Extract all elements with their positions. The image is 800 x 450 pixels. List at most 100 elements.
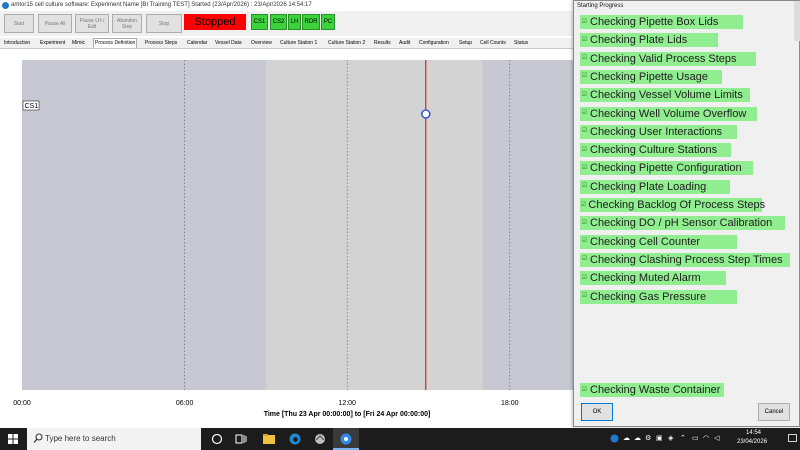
shield-icon[interactable]: ◈	[668, 435, 673, 443]
task-view-icon[interactable]	[234, 432, 248, 446]
battery-icon[interactable]: ▭	[692, 435, 699, 443]
onedrive-icon[interactable]: ☁	[634, 435, 641, 443]
x-axis-ticks: 00:00 06:00 12:00 18:00	[13, 400, 518, 407]
check-icon: ☑	[581, 146, 588, 153]
x-tick-label: 06:00	[176, 400, 194, 407]
cortana-icon[interactable]	[210, 432, 224, 446]
check-label: Checking Plate Loading	[590, 180, 707, 193]
file-explorer-icon[interactable]	[262, 432, 276, 446]
check-item: ☑ Checking Plate Lids	[580, 33, 718, 48]
volume-icon[interactable]: ◁	[714, 435, 719, 443]
check-item: ☑ Checking Well Volume Overflow	[580, 106, 757, 121]
pause-all-button[interactable]: Pause All	[38, 14, 72, 33]
cloud-icon[interactable]: ☁	[623, 435, 630, 443]
check-item: ☑ Checking Pipette Usage	[580, 69, 722, 84]
check-label: Checking Well Volume Overflow	[590, 107, 747, 120]
check-label: Checking Gas Pressure	[590, 290, 707, 303]
tab-process-definition[interactable]: Process Definition	[93, 38, 138, 48]
window-title: amtor15 cell culture software: Experimen…	[11, 2, 312, 8]
x-tick-label: 00:00	[13, 400, 31, 407]
check-icon: ☑	[581, 55, 588, 62]
clock-date[interactable]: 23/04/2026	[737, 439, 767, 445]
system-tray: ☁ ☁ ⚙ ▣ ◈ ⌃ ▭ ◠ ◁ 14:54 23/04/2026	[605, 428, 800, 450]
check-label: Checking Plate Lids	[590, 34, 688, 47]
tab-introduction[interactable]: Introduction	[3, 39, 31, 48]
dialog-title: Starting Progress	[577, 3, 624, 9]
row-label-text: CS1	[25, 103, 39, 110]
start-button[interactable]: Start	[4, 14, 34, 33]
tab-audit[interactable]: Audit	[398, 39, 411, 48]
check-icon: ☑	[581, 201, 587, 208]
chevron-up-icon[interactable]: ⌃	[680, 435, 686, 443]
abandon-step-button[interactable]: Abandon Step	[112, 14, 142, 33]
windows-start-icon[interactable]	[8, 434, 18, 444]
taskbar-search-box[interactable]: Type here to search	[27, 428, 201, 450]
security-icon[interactable]	[610, 434, 619, 443]
check-icon: ☑	[581, 36, 588, 43]
cell-culture-app-icon[interactable]	[339, 432, 353, 446]
cs2-indicator[interactable]: CS2	[270, 14, 287, 30]
network-app-icon[interactable]	[313, 432, 327, 446]
check-icon: ☑	[581, 256, 588, 263]
check-item: ☑ Checking User Interactions	[580, 124, 737, 139]
check-label: Checking Culture Stations	[590, 144, 718, 157]
ok-button[interactable]: OK	[581, 403, 613, 421]
edge-browser-icon[interactable]	[288, 432, 302, 446]
tab-culture-station-1[interactable]: Culture Station 1	[279, 39, 318, 48]
cs1-step-marker[interactable]	[421, 109, 431, 119]
check-icon: ☑	[581, 386, 588, 393]
tab-overview[interactable]: Overview	[250, 39, 273, 48]
rdr-indicator[interactable]: RDR	[302, 14, 320, 30]
check-label: Checking Pipette Configuration	[590, 162, 742, 175]
settings-icon[interactable]: ⚙	[645, 435, 651, 443]
wifi-icon[interactable]: ◠	[703, 435, 709, 443]
cs1-indicator[interactable]: CS1	[251, 14, 268, 30]
check-label: Checking Pipette Box Lids	[590, 16, 719, 28]
check-label: Checking Clashing Process Step Times	[590, 253, 783, 266]
check-label: Checking Vessel Volume Limits	[590, 89, 743, 102]
pause-lh-edit-button[interactable]: Pause LH / Edit	[75, 14, 109, 33]
tab-calendar[interactable]: Calendar	[186, 39, 208, 48]
check-icon: ☑	[581, 91, 588, 98]
tab-experiment[interactable]: Experiment	[39, 39, 66, 48]
tab-culture-station-2[interactable]: Culture Station 2	[327, 39, 366, 48]
check-label: Checking DO / pH Sensor Calibration	[590, 217, 773, 230]
check-item: ☑ Checking Backlog Of Process Steps	[580, 198, 766, 212]
lh-indicator[interactable]: LH	[288, 14, 301, 30]
highlight-period	[265, 60, 483, 390]
check-item: ☑ Checking Plate Loading	[580, 179, 730, 194]
check-item: ☑ Checking Cell Counter	[580, 234, 737, 249]
x-tick-label: 12:00	[338, 400, 356, 407]
action-center-icon[interactable]	[788, 434, 797, 443]
tab-mimic[interactable]: Mimic	[71, 39, 86, 48]
check-item: ☑ Checking Muted Alarm	[580, 271, 726, 286]
starting-progress-dialog: Starting Progress ☑ Checking Pipette Box …	[573, 0, 800, 427]
tab-process-steps[interactable]: Process Steps	[144, 39, 178, 48]
check-icon: ☑	[581, 73, 588, 80]
app-icon	[2, 2, 9, 9]
tab-cell-counts[interactable]: Cell Counts	[479, 39, 507, 48]
check-icon: ☑	[581, 110, 588, 116]
tab-vessel-data[interactable]: Vessel Data	[214, 39, 243, 48]
row-label-cs1: CS1	[22, 100, 40, 111]
check-item-waste-container: ☑ Checking Waste Container	[580, 383, 725, 397]
check-item: ☑ Checking Vessel Volume Limits	[580, 88, 750, 103]
cancel-button[interactable]: Cancel	[758, 403, 790, 421]
check-label: Checking Valid Process Steps	[590, 52, 737, 65]
dialog-scrollbar[interactable]	[794, 1, 800, 41]
tab-results[interactable]: Results	[373, 39, 392, 48]
x-axis-title: Time [Thu 23 Apr 00:00:00] to [Fri 24 Ap…	[264, 411, 431, 418]
check-icon: ☑	[581, 18, 588, 25]
clock-time[interactable]: 14:54	[746, 430, 761, 436]
stop-button[interactable]: Stop	[146, 14, 182, 33]
search-icon	[33, 433, 43, 443]
windows-taskbar: Type here to search ☁ ☁ ⚙ ▣ ◈ ⌃ ▭ ◠ ◁ 14…	[0, 428, 800, 450]
check-label: Checking Backlog Of Process Steps	[588, 199, 766, 211]
check-label: Checking Muted Alarm	[590, 272, 701, 285]
notification-icon[interactable]: ▣	[656, 435, 663, 443]
tab-setup[interactable]: Setup	[458, 39, 473, 48]
tab-status[interactable]: Status	[513, 39, 529, 48]
pc-indicator[interactable]: PC	[321, 14, 335, 30]
check-icon: ☑	[581, 219, 588, 226]
tab-configuration[interactable]: Configuration	[418, 39, 450, 48]
